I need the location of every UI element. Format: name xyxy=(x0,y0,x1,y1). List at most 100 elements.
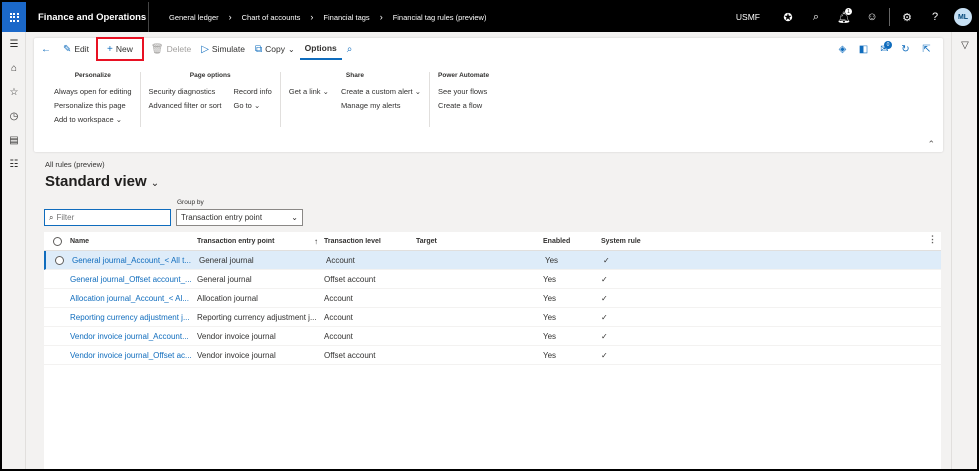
breadcrumb-item[interactable]: General ledger xyxy=(169,13,219,22)
page-subheading: All rules (preview) xyxy=(45,160,105,169)
more-options-icon[interactable]: ⋮ xyxy=(928,234,937,245)
level-cell: Account xyxy=(326,255,355,265)
filter-funnel-icon[interactable]: ▽ xyxy=(952,32,977,58)
waffle-icon xyxy=(9,12,19,22)
level-cell: Offset account xyxy=(324,274,376,284)
workspaces-icon[interactable]: ▤ xyxy=(2,128,26,152)
see-your-flows-button[interactable]: See your flows xyxy=(438,85,487,99)
chevron-up-icon[interactable]: ⌃ xyxy=(927,139,935,150)
breadcrumb-item[interactable]: Chart of accounts xyxy=(242,13,301,22)
chevron-down-icon: ⌄ xyxy=(287,44,295,54)
column-header-name[interactable]: Name xyxy=(70,238,197,245)
chevron-down-icon: ⌄ xyxy=(253,101,261,110)
edit-label: Edit xyxy=(74,44,90,54)
pencil-icon: ✎ xyxy=(63,43,72,55)
action-search-button[interactable]: ⌕ xyxy=(342,38,361,60)
rule-name-link[interactable]: General journal_Account_< All t... xyxy=(72,256,199,265)
create-a-flow-button[interactable]: Create a flow xyxy=(438,99,487,113)
select-all-radio[interactable] xyxy=(52,236,62,246)
select-all-cell[interactable] xyxy=(44,236,70,246)
table-row[interactable]: General journal_Account_< All t... Gener… xyxy=(44,251,941,270)
favorites-star-icon[interactable]: ☆ xyxy=(2,80,26,104)
action-pane: ← ✎ Edit + New 🗑︎ Delete ▷ Simulate ⧉ Copy ⌄ O… xyxy=(34,37,943,152)
back-arrow-icon[interactable]: ← xyxy=(34,44,58,55)
power-apps-icon[interactable]: ◈ xyxy=(832,44,853,55)
copilot-icon[interactable]: ✪ xyxy=(774,2,802,32)
rule-name-link[interactable]: General journal_Offset account_... xyxy=(70,275,197,284)
rule-name-link[interactable]: Vendor invoice journal_Offset ac... xyxy=(70,351,197,360)
enabled-cell: Yes xyxy=(543,312,557,322)
attachments-icon[interactable]: ✉ 0 xyxy=(874,40,895,55)
table-row[interactable]: Allocation journal_Account_< Al... Alloc… xyxy=(44,289,941,308)
app-title[interactable]: Finance and Operations xyxy=(38,12,148,23)
security-diagnostics-button[interactable]: Security diagnostics xyxy=(149,85,222,99)
get-a-link-button[interactable]: Get a link ⌄ xyxy=(289,85,329,99)
row-select-cell[interactable] xyxy=(46,255,72,265)
tab-options[interactable]: Options xyxy=(299,38,342,60)
record-info-button[interactable]: Record info xyxy=(234,85,272,99)
breadcrumb-item-current[interactable]: Financial tag rules (preview) xyxy=(393,13,487,22)
search-icon: ⌕ xyxy=(49,212,54,222)
row-select-radio[interactable] xyxy=(54,255,64,265)
search-icon[interactable]: ⌕ xyxy=(802,2,830,32)
open-new-window-icon[interactable]: ⇱ xyxy=(916,44,937,55)
company-picker[interactable]: USMF xyxy=(736,12,760,22)
breadcrumb-item[interactable]: Financial tags xyxy=(323,13,369,22)
personalize-this-page-button[interactable]: Personalize this page xyxy=(54,99,132,113)
feedback-smiley-icon[interactable]: ☺ xyxy=(858,2,886,32)
modules-list-icon[interactable]: ☷ xyxy=(2,152,26,176)
app-launcher-button[interactable] xyxy=(2,2,26,32)
simulate-button[interactable]: ▷ Simulate xyxy=(196,38,250,60)
enabled-cell: Yes xyxy=(545,255,559,265)
help-icon[interactable]: ? xyxy=(921,2,949,32)
recent-clock-icon[interactable]: ◷ xyxy=(2,104,26,128)
enabled-cell: Yes xyxy=(543,350,557,360)
settings-gear-icon[interactable]: ⚙ xyxy=(893,2,921,32)
main-content: All rules (preview) Standard view⌄ ⌕ Gro… xyxy=(34,154,943,469)
column-header-entry-point[interactable]: Transaction entry point ↑ xyxy=(197,238,324,245)
create-custom-alert-button[interactable]: Create a custom alert ⌄ xyxy=(341,85,421,99)
office-icon[interactable]: ◧ xyxy=(853,44,874,55)
notifications-bell-icon[interactable]: 🔔︎ 1 xyxy=(830,2,858,32)
system-rule-checkmark-icon: ✓ xyxy=(603,255,610,265)
group-by-label: Group by xyxy=(177,199,204,206)
always-open-for-editing-button[interactable]: Always open for editing xyxy=(54,85,132,99)
rule-name-link[interactable]: Allocation journal_Account_< Al... xyxy=(70,294,197,303)
copy-button[interactable]: ⧉ Copy ⌄ xyxy=(250,38,300,60)
go-to-label: Go to xyxy=(233,101,252,110)
view-selector[interactable]: Standard view ⌄ xyxy=(45,173,159,190)
new-button[interactable]: + New xyxy=(96,37,144,61)
table-row[interactable]: Vendor invoice journal_Offset ac... Vend… xyxy=(44,346,941,365)
rule-name-link[interactable]: Reporting currency adjustment j... xyxy=(70,313,197,322)
refresh-icon[interactable]: ↻ xyxy=(895,44,916,55)
rule-name-link[interactable]: Vendor invoice journal_Account... xyxy=(70,332,197,341)
advanced-filter-button[interactable]: Advanced filter or sort xyxy=(149,99,222,113)
table-row[interactable]: General journal_Offset account_... Gener… xyxy=(44,270,941,289)
table-row[interactable]: Vendor invoice journal_Account... Vendor… xyxy=(44,327,941,346)
play-icon: ▷ xyxy=(201,43,209,55)
hamburger-menu-icon[interactable]: ☰ xyxy=(2,32,26,56)
sort-ascending-icon: ↑ xyxy=(314,237,318,245)
table-row[interactable]: Reporting currency adjustment j... Repor… xyxy=(44,308,941,327)
delete-button[interactable]: 🗑︎ Delete xyxy=(146,38,196,60)
column-header-target[interactable]: Target xyxy=(416,238,543,245)
home-icon[interactable]: ⌂ xyxy=(2,56,26,80)
rules-grid: Name Transaction entry point ↑ Transactio… xyxy=(44,232,941,469)
column-header-enabled[interactable]: Enabled xyxy=(543,238,601,245)
filter-input[interactable] xyxy=(56,213,157,222)
add-to-workspace-button[interactable]: Add to workspace ⌄ xyxy=(54,113,132,127)
group-by-value: Transaction entry point xyxy=(181,213,263,222)
create-custom-alert-label: Create a custom alert xyxy=(340,87,413,96)
group-power-automate: Power Automate See your flows Create a f… xyxy=(429,72,497,127)
divider xyxy=(148,2,149,32)
go-to-button[interactable]: Go to ⌄ xyxy=(234,99,272,113)
edit-button[interactable]: ✎ Edit xyxy=(58,38,94,60)
user-avatar[interactable]: ML xyxy=(954,8,972,26)
manage-my-alerts-button[interactable]: Manage my alerts xyxy=(341,99,421,113)
group-page-options: Page options Security diagnostics Advanc… xyxy=(139,72,280,127)
group-by-select[interactable]: Transaction entry point ⌄ xyxy=(176,209,303,226)
column-header-level[interactable]: Transaction level xyxy=(324,238,416,245)
group-personalize: Personalize Always open for editing Pers… xyxy=(46,72,140,127)
get-a-link-label: Get a link xyxy=(288,87,321,96)
column-header-system-rule[interactable]: System rule xyxy=(601,238,681,245)
